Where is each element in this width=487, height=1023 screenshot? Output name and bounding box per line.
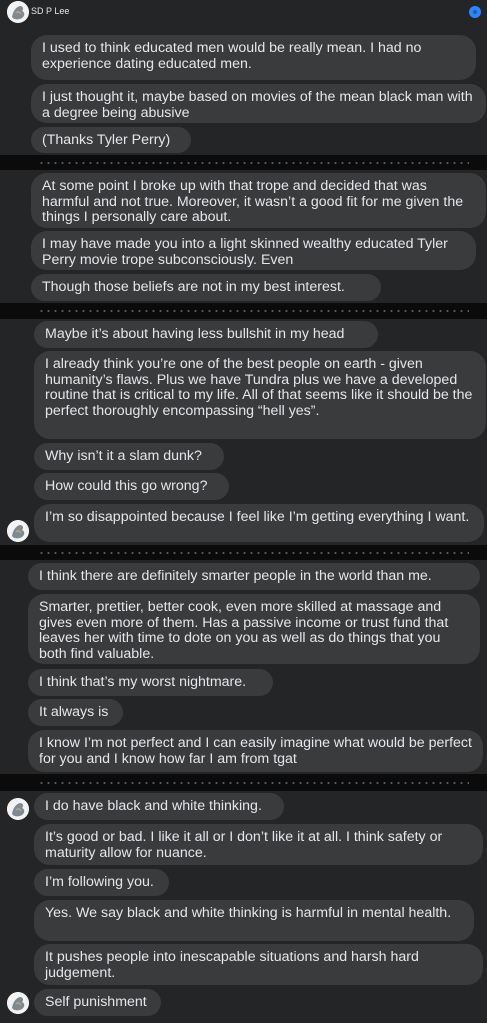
divider [0, 303, 487, 319]
avatar[interactable] [7, 1, 29, 23]
avatar-image [7, 798, 29, 820]
avatar[interactable] [7, 798, 29, 820]
message-bubble[interactable]: Smarter, prettier, better cook, even mor… [28, 594, 480, 664]
divider [0, 155, 487, 170]
chat-panel-2: At some point I broke up with that trope… [0, 170, 487, 303]
info-icon[interactable] [469, 6, 481, 18]
message-bubble[interactable]: I already think you’re one of the best p… [34, 351, 486, 439]
avatar-image [7, 1, 29, 23]
divider [0, 545, 487, 560]
message-bubble[interactable]: How could this go wrong? [34, 473, 229, 500]
message-bubble[interactable]: It’s good or bad. I like it all or I don… [34, 824, 483, 865]
message-bubble[interactable]: I do have black and white thinking. [34, 793, 284, 820]
message-bubble[interactable]: It always is [28, 699, 123, 726]
message-bubble[interactable]: I used to think educated men would be re… [31, 35, 476, 80]
message-bubble[interactable]: Though those beliefs are not in my best … [31, 274, 381, 301]
avatar-image [7, 520, 29, 542]
message-bubble[interactable]: I just thought it, maybe based on movies… [31, 84, 486, 123]
message-bubble[interactable]: At some point I broke up with that trope… [31, 173, 486, 228]
message-bubble[interactable]: I’m following you. [34, 869, 169, 896]
message-bubble[interactable]: I may have made you into a light skinned… [31, 231, 476, 270]
message-bubble[interactable]: I think there are definitely smarter peo… [28, 563, 480, 590]
message-bubble[interactable]: I know I’m not perfect and I can easily … [28, 730, 483, 772]
contact-name: SD P Lee [31, 6, 70, 16]
divider [0, 774, 487, 791]
chat-panel-5: I do have black and white thinking. It’s… [0, 791, 487, 1023]
message-bubble[interactable]: Why isn’t it a slam dunk? [34, 443, 224, 470]
message-bubble[interactable]: It pushes people into inescapable situat… [34, 944, 483, 985]
chat-panel-3: Maybe it’s about having less bullshit in… [0, 319, 487, 545]
chat-panel-4: I think there are definitely smarter peo… [0, 560, 487, 774]
message-bubble[interactable]: I think that’s my worst nightmare. [28, 669, 273, 696]
avatar-image [7, 992, 29, 1014]
message-bubble[interactable]: Self punishment [34, 989, 161, 1016]
message-bubble[interactable]: Maybe it’s about having less bullshit in… [34, 321, 378, 348]
chat-panel-1: SD P Lee I used to think educated men wo… [0, 0, 487, 155]
avatar[interactable] [7, 992, 29, 1014]
message-bubble[interactable]: Yes. We say black and white thinking is … [34, 900, 474, 941]
message-bubble[interactable]: (Thanks Tyler Perry) [31, 127, 191, 153]
message-bubble[interactable]: I’m so disappointed because I feel like … [34, 504, 484, 542]
avatar[interactable] [7, 520, 29, 542]
